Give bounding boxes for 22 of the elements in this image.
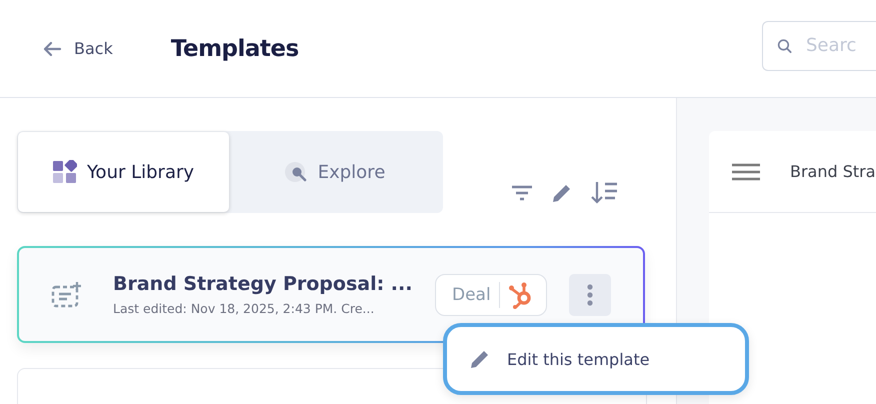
grid-icon xyxy=(52,160,77,184)
template-title: Brand Strategy Proposal: ... xyxy=(113,273,414,295)
kebab-icon xyxy=(586,284,593,306)
page-title: Templates xyxy=(170,36,299,62)
menu-item[interactable]: Edit this template xyxy=(469,348,650,370)
preview-title: Brand Stra xyxy=(790,162,876,181)
tag-label: Deal xyxy=(452,284,491,304)
arrow-left-icon xyxy=(42,40,62,56)
tab[interactable]: Your Library xyxy=(18,132,229,212)
search-field[interactable]: Searc xyxy=(762,20,876,70)
template-card[interactable]: Brand Strategy Proposal: ... Last edited: Nov 18, 2025, 2:43 PM. Cre... Deal xyxy=(17,246,645,343)
template-icon xyxy=(51,282,81,308)
explore-icon xyxy=(284,160,308,184)
sort-icon[interactable] xyxy=(591,181,619,205)
menu-icon[interactable] xyxy=(732,162,760,180)
filter-icon[interactable] xyxy=(511,184,533,202)
tab[interactable]: Explore xyxy=(229,132,440,212)
template-subtitle: Last edited: Nov 18, 2025, 2:43 PM. Cre... xyxy=(113,301,376,316)
more-button[interactable] xyxy=(568,274,611,316)
back-button[interactable]: Back xyxy=(42,39,113,58)
pencil-icon[interactable] xyxy=(551,182,573,204)
pencil-icon xyxy=(469,348,491,370)
